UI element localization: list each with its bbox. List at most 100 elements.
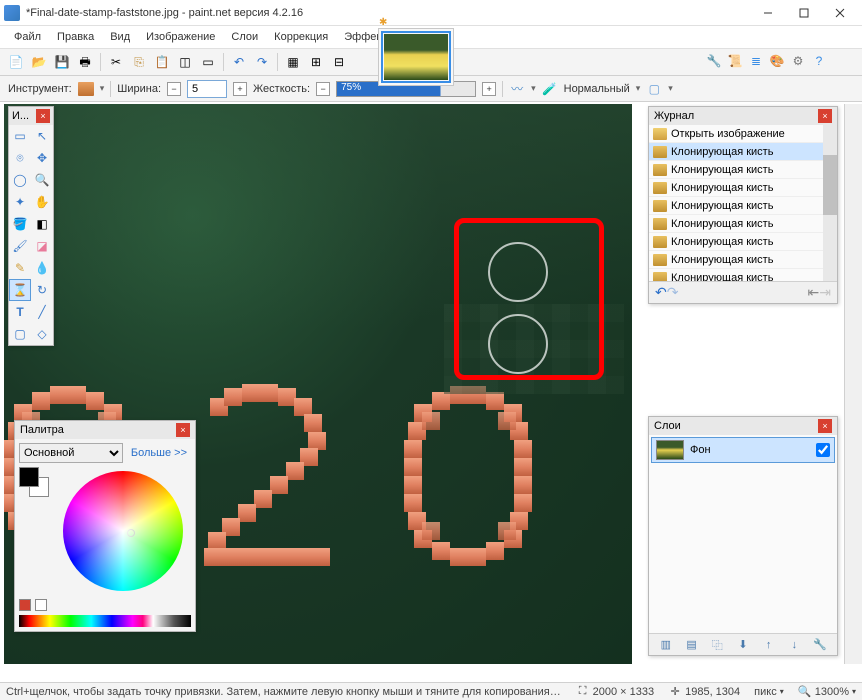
menu-adjust[interactable]: Коррекция xyxy=(266,28,336,46)
image-thumbnail-panel[interactable]: ✱ xyxy=(378,28,454,86)
mini-swatch-red[interactable] xyxy=(19,599,31,611)
shapes-tool[interactable]: ◇ xyxy=(31,323,53,345)
line-tool[interactable]: ╱ xyxy=(31,301,53,323)
layer-properties-icon[interactable]: 🔧 xyxy=(812,637,828,653)
close-button[interactable] xyxy=(822,1,858,25)
palette-panel[interactable]: Палитра× Основной Больше >> xyxy=(14,420,196,632)
maximize-button[interactable] xyxy=(786,1,822,25)
move-selection-tool[interactable]: ✥ xyxy=(31,147,53,169)
zoom-out-icon[interactable]: 🔍 xyxy=(798,685,812,699)
menu-view[interactable]: Вид xyxy=(102,28,138,46)
ellipse-select-tool[interactable]: ◯ xyxy=(9,169,31,191)
grid-icon[interactable]: ▦ xyxy=(283,52,303,72)
menu-image[interactable]: Изображение xyxy=(138,28,223,46)
menu-edit[interactable]: Правка xyxy=(49,28,102,46)
history-panel[interactable]: Журнал× Открыть изображение Клонирующая … xyxy=(648,106,838,304)
move-tool[interactable]: ↖ xyxy=(31,125,53,147)
history-item-clone[interactable]: Клонирующая кисть xyxy=(649,215,837,233)
history-item-clone[interactable]: Клонирующая кисть xyxy=(649,143,837,161)
wand-tool[interactable]: ✦ xyxy=(9,191,31,213)
tools-window-icon[interactable]: 🔧 xyxy=(705,52,723,70)
recolor-tool[interactable]: ↻ xyxy=(31,279,53,301)
clone-tool[interactable]: ⌛ xyxy=(9,279,31,301)
history-rewind-icon[interactable]: ⇤ xyxy=(808,284,820,301)
save-file-icon[interactable]: 💾 xyxy=(52,52,72,72)
history-item-clone[interactable]: Клонирующая кисть xyxy=(649,179,837,197)
status-zoom[interactable]: 1300% xyxy=(815,686,849,698)
menu-layers[interactable]: Слои xyxy=(223,28,266,46)
hardness-decrease[interactable]: − xyxy=(316,82,330,96)
pan-tool[interactable]: ✋ xyxy=(31,191,53,213)
pencil-tool[interactable]: ✎ xyxy=(9,257,31,279)
mini-swatch-white[interactable] xyxy=(35,599,47,611)
history-close-icon[interactable]: × xyxy=(818,109,832,123)
settings-icon[interactable]: ⚙ xyxy=(789,52,807,70)
layer-item[interactable]: Фон xyxy=(651,437,835,463)
history-item-clone[interactable]: Клонирующая кисть xyxy=(649,233,837,251)
add-layer-icon[interactable]: ▥ xyxy=(658,637,674,653)
delete-layer-icon[interactable]: ▤ xyxy=(684,637,700,653)
history-list[interactable]: Открыть изображение Клонирующая кисть Кл… xyxy=(649,125,837,281)
blend-bucket-icon[interactable]: 🧪 xyxy=(542,81,558,97)
new-file-icon[interactable]: 📄 xyxy=(6,52,26,72)
brush-tool[interactable]: 🖌 xyxy=(9,235,31,257)
color-strip[interactable] xyxy=(19,615,191,627)
history-item-clone[interactable]: Клонирующая кисть xyxy=(649,269,837,281)
fill-tool[interactable]: 🪣 xyxy=(9,213,31,235)
clone-brush-icon[interactable] xyxy=(78,82,94,96)
rect-select-tool[interactable]: ▭ xyxy=(9,125,31,147)
gradient-tool[interactable]: ◧ xyxy=(31,213,53,235)
picker-tool[interactable]: 💧 xyxy=(31,257,53,279)
width-decrease[interactable]: − xyxy=(167,82,181,96)
palette-more-link[interactable]: Больше >> xyxy=(127,447,191,459)
eraser-tool[interactable]: ◪ xyxy=(31,235,53,257)
print-icon[interactable]: 🖶 xyxy=(75,52,95,72)
layers-window-icon[interactable]: ≣ xyxy=(747,52,765,70)
history-item-clone[interactable]: Клонирующая кисть xyxy=(649,251,837,269)
minimize-button[interactable] xyxy=(750,1,786,25)
history-item-clone[interactable]: Клонирующая кисть xyxy=(649,197,837,215)
help-icon[interactable]: ? xyxy=(810,52,828,70)
open-file-icon[interactable]: 📂 xyxy=(29,52,49,72)
primary-color-swatch[interactable] xyxy=(19,467,39,487)
width-input[interactable] xyxy=(187,80,227,98)
rect-shape-tool[interactable]: ▢ xyxy=(9,323,31,345)
tools-panel[interactable]: И...× ▭ ↖ ⌾ ✥ ◯ 🔍 ✦ ✋ 🪣 ◧ 🖌 ◪ ✎ 💧 ⌛ ↻ T … xyxy=(8,106,54,346)
history-ffwd-icon[interactable]: ⇥ xyxy=(819,284,831,301)
paste-icon[interactable]: 📋 xyxy=(152,52,172,72)
history-window-icon[interactable]: 📜 xyxy=(726,52,744,70)
sampling-icon[interactable]: ▢ xyxy=(646,81,662,97)
color-wheel[interactable] xyxy=(63,471,183,591)
color-mode-select[interactable]: Основной xyxy=(19,443,123,463)
layers-panel[interactable]: Слои× Фон ▥ ▤ ⿻ ⬇ ↑ ↓ 🔧 xyxy=(648,416,838,656)
vertical-scrollbar[interactable] xyxy=(844,104,862,664)
menu-file[interactable]: Файл xyxy=(6,28,49,46)
antialias-icon[interactable]: 〰 xyxy=(509,81,525,97)
tools-close-icon[interactable]: × xyxy=(36,109,50,123)
move-down-icon[interactable]: ↓ xyxy=(786,637,802,653)
merge-layer-icon[interactable]: ⬇ xyxy=(735,637,751,653)
palette-close-icon[interactable]: × xyxy=(176,423,190,437)
status-unit[interactable]: пикс xyxy=(754,686,777,698)
redo-icon[interactable]: ↷ xyxy=(252,52,272,72)
duplicate-layer-icon[interactable]: ⿻ xyxy=(709,637,725,653)
width-increase[interactable]: + xyxy=(233,82,247,96)
copy-icon[interactable]: ⎘ xyxy=(129,52,149,72)
zoom-tool[interactable]: 🔍 xyxy=(31,169,53,191)
history-scrollbar[interactable] xyxy=(823,125,837,281)
cut-icon[interactable]: ✂ xyxy=(106,52,126,72)
history-item-clone[interactable]: Клонирующая кисть xyxy=(649,161,837,179)
units-icon[interactable]: ⊟ xyxy=(329,52,349,72)
history-undo-icon[interactable]: ↶ xyxy=(655,284,667,301)
lasso-tool[interactable]: ⌾ xyxy=(9,147,31,169)
deselect-icon[interactable]: ▭ xyxy=(198,52,218,72)
color-swatch-pair[interactable] xyxy=(19,467,49,497)
crop-icon[interactable]: ◫ xyxy=(175,52,195,72)
history-item-open[interactable]: Открыть изображение xyxy=(649,125,837,143)
undo-icon[interactable]: ↶ xyxy=(229,52,249,72)
history-redo-icon[interactable]: ↷ xyxy=(667,284,679,301)
colors-window-icon[interactable]: 🎨 xyxy=(768,52,786,70)
text-tool[interactable]: T xyxy=(9,301,31,323)
hardness-increase[interactable]: + xyxy=(482,82,496,96)
blend-mode-label[interactable]: Нормальный xyxy=(564,83,630,95)
